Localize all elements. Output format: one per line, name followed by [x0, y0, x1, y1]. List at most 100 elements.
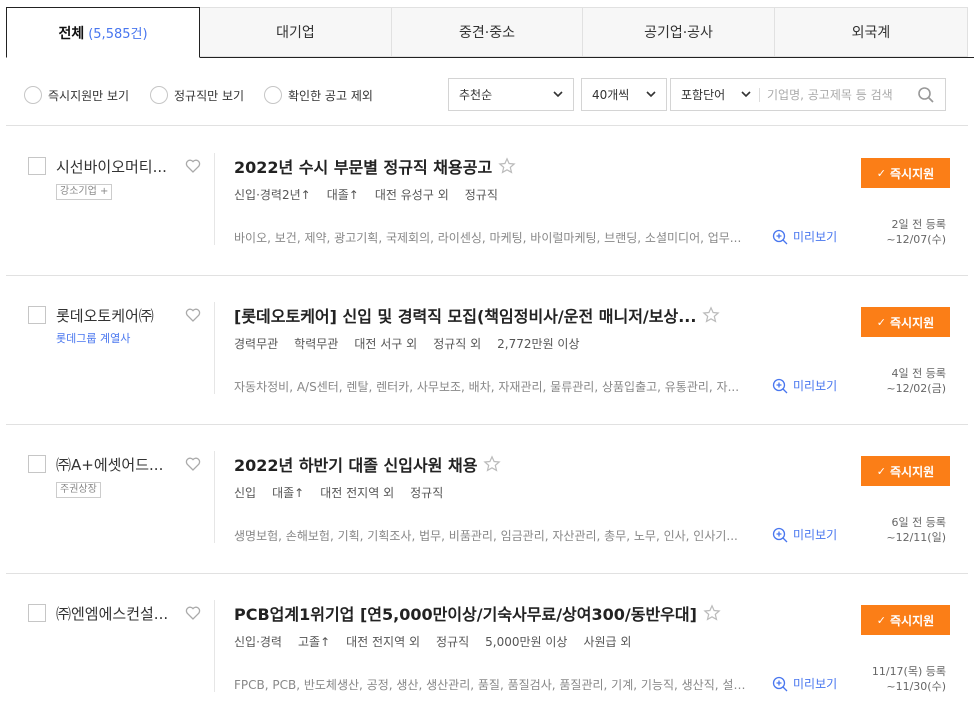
job-dates: 2일 전 등록 ~12/07(수): [886, 217, 946, 247]
job-dates: 4일 전 등록 ~12/02(금): [886, 366, 946, 396]
job-tags: 자동차정비, A/S센터, 렌탈, 렌터카, 사무보조, 배차, 자재관리, 물…: [234, 380, 740, 394]
divider: [214, 600, 215, 692]
search-icon[interactable]: [917, 86, 935, 104]
check-icon: ✓: [876, 613, 887, 627]
deadline-date: ~11/30(수): [886, 680, 946, 693]
condition-salary: 5,000만원 이상: [485, 635, 568, 649]
company-type-tabs: 전체 (5,585건) 대기업 중견·중소 공기업·공사 외국계: [6, 7, 974, 58]
condition-career: 신입·경력: [234, 635, 282, 649]
job-row: 롯데오토케어㈜ 롯데그룹 계열사 [롯데오토케어] 신입 및 경력직 모집(책임…: [6, 276, 968, 425]
company-name[interactable]: 롯데오토케어㈜: [56, 305, 184, 326]
job-checkbox[interactable]: [28, 306, 46, 324]
tab-label: 중견·중소: [459, 25, 515, 41]
per-page-select[interactable]: 40개씩: [581, 78, 667, 111]
radio-instant-apply-only[interactable]: 즉시지원만 보기: [24, 86, 129, 104]
job-title[interactable]: 2022년 하반기 대졸 신입사원 채용: [234, 452, 477, 476]
keyword-mode-select[interactable]: 포함단어: [671, 79, 759, 110]
job-conditions: 신입 대졸↑ 대전 전지역 외 정규직: [234, 484, 459, 501]
condition-career: 경력무관: [234, 337, 279, 351]
job-checkbox[interactable]: [28, 455, 46, 473]
radio-circle: [264, 86, 282, 104]
instant-apply-button[interactable]: ✓ 즉시지원: [861, 307, 950, 337]
condition-location: 대전 전지역 외: [320, 486, 395, 500]
divider: [214, 302, 215, 394]
preview-link[interactable]: 미리보기: [772, 526, 837, 543]
deadline-date: ~12/11(일): [886, 531, 946, 544]
job-title[interactable]: PCB업계1위기업 [연5,000만이상/기숙사무료/상여300/동반우대]: [234, 601, 697, 625]
heart-icon[interactable]: [185, 456, 201, 472]
tab-all[interactable]: 전체 (5,585건): [6, 7, 200, 58]
tab-label: 외국계: [851, 25, 891, 41]
job-title[interactable]: 2022년 수시 부문별 정규직 채용공고: [234, 154, 492, 178]
instant-apply-button[interactable]: ✓ 즉시지원: [861, 158, 950, 188]
job-title-wrap: [롯데오토케어] 신입 및 경력직 모집(책임정비사/운전 매니저/보상...: [234, 303, 721, 327]
job-title-wrap: PCB업계1위기업 [연5,000만이상/기숙사무료/상여300/동반우대]: [234, 601, 721, 625]
posted-date: 6일 전 등록: [891, 516, 946, 529]
posted-date: 4일 전 등록: [891, 367, 946, 380]
tab-foreign-company[interactable]: 외국계: [775, 7, 968, 57]
job-checkbox[interactable]: [28, 157, 46, 175]
radio-label: 즉시지원만 보기: [48, 88, 130, 103]
posted-date: 11/17(목) 등록: [871, 665, 946, 678]
keyword-mode-value: 포함단어: [681, 88, 726, 102]
filter-bar: 즉시지원만 보기 정규직만 보기 확인한 공고 제외 추천순 40개씩 포함단어: [6, 58, 968, 126]
job-title-wrap: 2022년 하반기 대졸 신입사원 채용: [234, 452, 502, 476]
condition-position: 사원급 외: [583, 635, 632, 649]
check-icon: ✓: [876, 166, 887, 180]
condition-employment-type: 정규직: [464, 188, 498, 202]
tab-large-company[interactable]: 대기업: [200, 7, 392, 57]
radio-circle: [150, 86, 168, 104]
star-icon[interactable]: [483, 455, 502, 473]
heart-icon[interactable]: [185, 605, 201, 621]
search-input[interactable]: [767, 83, 907, 107]
company-name[interactable]: ㈜A+에셋어드...: [56, 454, 184, 475]
radio-label: 정규직만 보기: [174, 88, 245, 103]
company-name[interactable]: 시선바이오머티...: [56, 156, 184, 177]
job-dates: 6일 전 등록 ~12/11(일): [886, 515, 946, 545]
search-box: 포함단어: [670, 78, 946, 111]
divider: [214, 153, 215, 245]
preview-label: 미리보기: [793, 528, 838, 542]
radio-exclude-viewed[interactable]: 확인한 공고 제외: [264, 86, 373, 104]
job-row: 시선바이오머티... 강소기업 + 2022년 수시 부문별 정규직 채용공고 …: [6, 127, 968, 276]
instant-apply-button[interactable]: ✓ 즉시지원: [861, 605, 950, 635]
heart-icon[interactable]: [185, 307, 201, 323]
deadline-date: ~12/02(금): [886, 382, 946, 395]
tab-mid-small-company[interactable]: 중견·중소: [392, 7, 583, 57]
job-conditions: 신입·경력2년↑ 대졸↑ 대전 유성구 외 정규직: [234, 186, 514, 203]
tab-public-company[interactable]: 공기업·공사: [583, 7, 775, 57]
condition-education: 대졸↑: [272, 486, 305, 500]
apply-label: 즉시지원: [890, 166, 935, 181]
star-icon[interactable]: [703, 604, 721, 622]
star-icon[interactable]: [702, 306, 721, 324]
job-tags: 생명보험, 손해보험, 기획, 기획조사, 법무, 비품관리, 임금관리, 자산…: [234, 529, 738, 543]
job-row: ㈜A+에셋어드... 주권상장 2022년 하반기 대졸 신입사원 채용 신입 …: [6, 425, 968, 574]
preview-link[interactable]: 미리보기: [772, 228, 837, 245]
company-group-link[interactable]: 롯데그룹 계열사: [56, 333, 130, 345]
per-page-select-value: 40개씩: [592, 88, 630, 102]
condition-employment-type: 정규직: [410, 486, 444, 500]
preview-label: 미리보기: [793, 677, 838, 691]
deadline-date: ~12/07(수): [886, 233, 946, 246]
check-icon: ✓: [876, 464, 887, 478]
condition-employment-type: 정규직 외: [433, 337, 482, 351]
preview-link[interactable]: 미리보기: [772, 675, 837, 692]
job-checkbox[interactable]: [28, 604, 46, 622]
radio-fulltime-only[interactable]: 정규직만 보기: [150, 86, 244, 104]
zoom-in-icon: [772, 378, 788, 393]
radio-label: 확인한 공고 제외: [288, 88, 373, 103]
company-name[interactable]: ㈜엔엠에스컨설...: [56, 603, 184, 624]
job-conditions: 신입·경력 고졸↑ 대전 전지역 외 정규직 5,000만원 이상 사원급 외: [234, 633, 647, 650]
divider: [214, 451, 215, 543]
sort-select-value: 추천순: [459, 88, 493, 102]
sort-select[interactable]: 추천순: [448, 78, 574, 111]
instant-apply-button[interactable]: ✓ 즉시지원: [861, 456, 950, 486]
condition-location: 대전 유성구 외: [374, 188, 449, 202]
preview-label: 미리보기: [793, 379, 838, 393]
posted-date: 2일 전 등록: [891, 218, 946, 231]
job-title[interactable]: [롯데오토케어] 신입 및 경력직 모집(책임정비사/운전 매니저/보상...: [234, 303, 696, 327]
heart-icon[interactable]: [185, 158, 201, 174]
tab-label: 공기업·공사: [644, 25, 713, 41]
star-icon[interactable]: [498, 157, 516, 175]
preview-link[interactable]: 미리보기: [772, 377, 837, 394]
